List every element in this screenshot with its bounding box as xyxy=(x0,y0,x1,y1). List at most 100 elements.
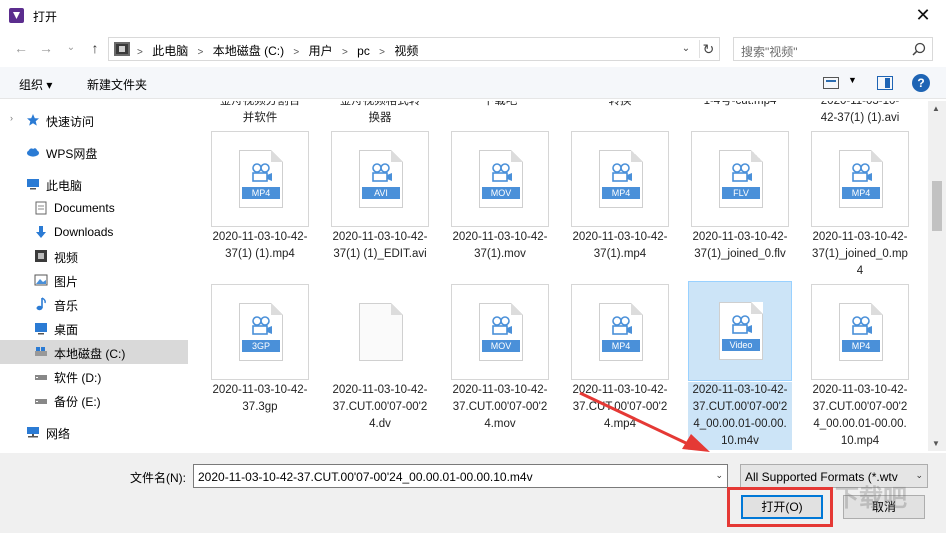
refresh-icon[interactable]: ↻ xyxy=(699,40,717,58)
scroll-down-icon[interactable]: ▼ xyxy=(932,439,940,448)
sidebar-item-videos[interactable]: 视频 xyxy=(0,244,188,268)
sidebar-item-network[interactable]: 网络 xyxy=(0,420,188,444)
filename-value[interactable]: 2020-11-03-10-42-37.CUT.00'07-00'24_00.0… xyxy=(198,470,533,484)
file-thumbnail[interactable] xyxy=(331,284,429,380)
preview-pane-icon[interactable] xyxy=(877,76,893,90)
file-name: 2020-11-03-10- xyxy=(820,101,900,107)
sidebar-item-local-disk-c[interactable]: 本地磁盘 (C:) xyxy=(0,340,188,364)
chevron-down-icon[interactable]: ⌄ xyxy=(715,470,723,481)
document-icon xyxy=(35,201,47,215)
sidebar-item-label: 本地磁盘 (C:) xyxy=(54,347,126,361)
file-thumbnail[interactable]: MP4 xyxy=(571,284,669,380)
filename-label: 文件名(N): xyxy=(130,471,186,485)
file-name: 2020-11-03-10-42-37(1) (1).mp4 xyxy=(212,231,308,260)
file-name: 42-37(1) (1).avi xyxy=(820,112,900,124)
sidebar-item-documents[interactable]: Documents xyxy=(0,196,188,220)
breadcrumb-item[interactable]: 此电脑 xyxy=(152,44,188,58)
list-item[interactable]: 下载吧 xyxy=(450,101,550,110)
file-type-badge: MP4 xyxy=(842,340,880,352)
breadcrumb-item[interactable]: 本地磁盘 (C:) xyxy=(213,44,284,58)
camera-icon xyxy=(372,163,392,182)
sidebar-item-label: 备份 (E:) xyxy=(54,395,101,409)
video-file-icon: MP4 xyxy=(239,150,283,208)
search-input[interactable]: 搜索"视频" xyxy=(741,43,798,60)
list-item[interactable]: 金舟视频分割合 并软件 xyxy=(210,101,310,127)
video-file-icon: MOV xyxy=(479,150,523,208)
file-name: 2020-11-03-10-42-37(1)_joined_0.mp4 xyxy=(812,231,908,277)
sidebar-item-downloads[interactable]: Downloads xyxy=(0,220,188,244)
breadcrumb-item[interactable]: 视频 xyxy=(394,44,418,58)
app-icon xyxy=(9,8,24,23)
camera-icon xyxy=(852,316,872,335)
chevron-down-icon[interactable]: ▼ xyxy=(848,75,857,85)
up-button[interactable]: ↑ xyxy=(86,39,104,57)
window-title: 打开 xyxy=(33,10,58,24)
file-name: 2020-11-03-10-42-37.CUT.00'07-00'24_00.0… xyxy=(812,384,908,447)
list-item[interactable]: 转换 xyxy=(570,101,670,110)
scrollbar-thumb[interactable] xyxy=(932,181,942,231)
sidebar-item-label: 音乐 xyxy=(54,299,79,313)
chevron-right-icon[interactable]: > xyxy=(198,47,204,58)
camera-icon xyxy=(852,163,872,182)
file-thumbnail[interactable]: MOV xyxy=(451,284,549,380)
video-file-icon: MP4 xyxy=(839,150,883,208)
close-button[interactable]: ✕ xyxy=(900,0,946,31)
drive-icon xyxy=(35,347,47,356)
file-type-badge: AVI xyxy=(362,187,400,199)
chevron-right-icon[interactable]: > xyxy=(293,47,299,58)
sidebar-item-drive-e[interactable]: 备份 (E:) xyxy=(0,388,188,412)
list-item[interactable]: 2020-11-03-10- 42-37(1) (1).avi xyxy=(810,101,910,127)
sidebar-item-music[interactable]: 音乐 xyxy=(0,292,188,316)
chevron-right-icon[interactable]: > xyxy=(342,47,348,58)
file-type-badge: MP4 xyxy=(242,187,280,199)
file-name: 换器 xyxy=(368,112,392,124)
filename-field[interactable]: 2020-11-03-10-42-37.CUT.00'07-00'24_00.0… xyxy=(193,464,728,488)
sidebar-item-pictures[interactable]: 图片 xyxy=(0,268,188,292)
chevron-right-icon[interactable]: › xyxy=(10,113,13,123)
title-bar: 打开 ✕ xyxy=(0,0,946,31)
file-name: 下载吧 xyxy=(482,101,518,107)
file-name: 2020-11-03-10-42-37(1) (1)_EDIT.avi xyxy=(332,231,428,260)
vertical-scrollbar[interactable]: ▲ ▼ xyxy=(928,101,946,451)
search-icon[interactable] xyxy=(912,42,926,56)
computer-icon xyxy=(27,179,39,190)
help-icon[interactable]: ? xyxy=(912,74,930,92)
back-button[interactable]: ← xyxy=(12,39,30,57)
sidebar-item-label: 图片 xyxy=(54,275,79,289)
file-thumbnail[interactable]: MP4 xyxy=(211,131,309,227)
file-name: 2020-11-03-10-42-37.CUT.00'07-00'24.dv xyxy=(332,384,428,430)
file-thumbnail[interactable]: MOV xyxy=(451,131,549,227)
sidebar-item-desktop[interactable]: 桌面 xyxy=(0,316,188,340)
sidebar-item-quick-access[interactable]: › 快速访问 xyxy=(0,108,188,132)
chevron-down-icon[interactable]: ⌄ xyxy=(677,40,695,58)
sidebar-item-drive-d[interactable]: 软件 (D:) xyxy=(0,364,188,388)
address-bar[interactable]: > 此电脑 > 本地磁盘 (C:) > 用户 > pc > 视频 ⌄ ↻ xyxy=(108,37,720,61)
search-box[interactable]: 搜索"视频" xyxy=(733,37,933,61)
file-thumbnail[interactable]: MP4 xyxy=(811,284,909,380)
network-icon xyxy=(27,427,39,438)
file-list: 金舟视频分割合 并软件 金舟视频格式转 换器 下载吧 转换 1-4号-cut.m… xyxy=(195,101,925,451)
breadcrumb-item[interactable]: pc xyxy=(357,44,370,58)
recent-locations-button[interactable]: ⌄ xyxy=(62,39,80,57)
file-thumbnail[interactable]: MP4 xyxy=(571,131,669,227)
list-item[interactable]: 金舟视频格式转 换器 xyxy=(330,101,430,127)
chevron-down-icon[interactable]: ⌄ xyxy=(915,470,923,481)
chevron-right-icon[interactable]: > xyxy=(379,47,385,58)
file-thumbnail[interactable]: 3GP xyxy=(211,284,309,380)
forward-button[interactable]: → xyxy=(37,39,55,57)
view-mode-icon[interactable] xyxy=(823,77,839,89)
file-thumbnail[interactable]: FLV xyxy=(691,131,789,227)
sidebar-item-wps-cloud[interactable]: WPS网盘 xyxy=(0,140,188,164)
file-thumbnail[interactable]: AVI xyxy=(331,131,429,227)
breadcrumb-item[interactable]: 用户 xyxy=(309,44,333,58)
scroll-up-icon[interactable]: ▲ xyxy=(932,104,940,113)
file-name: 转换 xyxy=(608,101,632,107)
list-item[interactable]: 1-4号-cut.mp4 xyxy=(690,101,790,110)
video-file-icon: 3GP xyxy=(239,303,283,361)
organize-button[interactable]: 组织 ▾ xyxy=(19,76,52,93)
new-folder-button[interactable]: 新建文件夹 xyxy=(87,76,147,93)
file-thumbnail[interactable]: MP4 xyxy=(811,131,909,227)
sidebar-item-label: 软件 (D:) xyxy=(54,371,102,385)
sidebar-item-this-pc[interactable]: 此电脑 xyxy=(0,172,188,196)
file-thumbnail[interactable]: Video xyxy=(688,281,792,381)
